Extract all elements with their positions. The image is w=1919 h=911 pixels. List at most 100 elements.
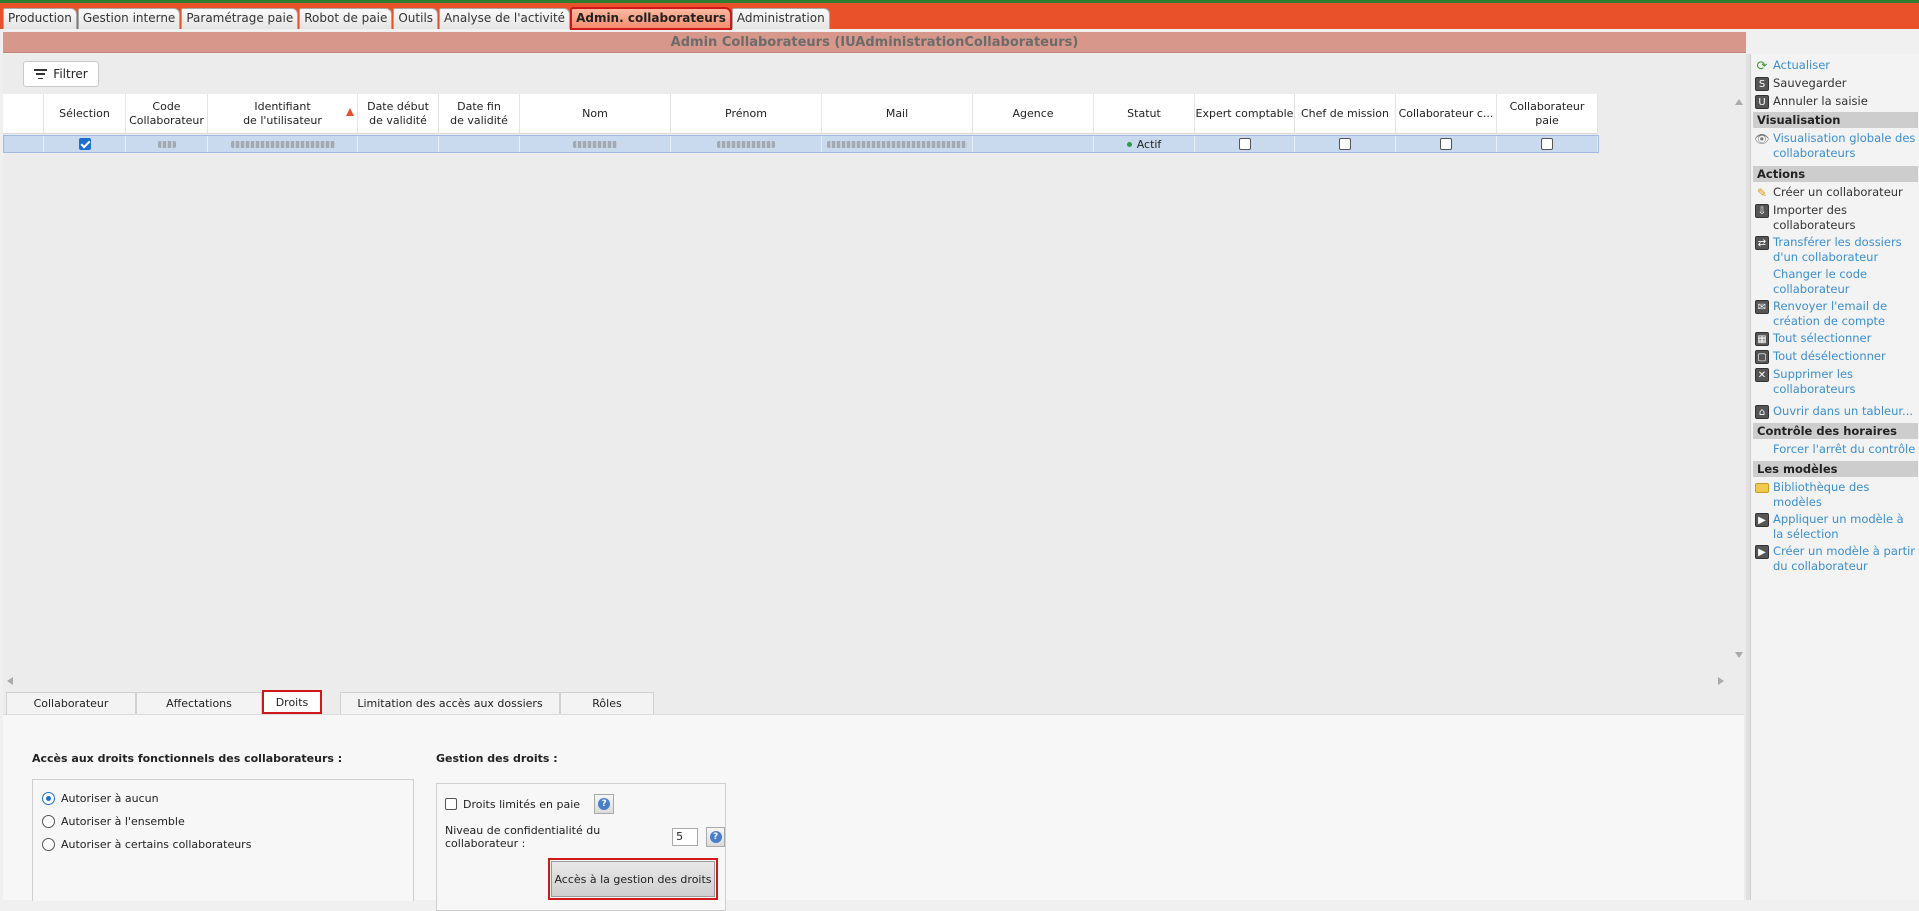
- help-button[interactable]: ?: [706, 827, 725, 847]
- col-header-nom[interactable]: Nom: [520, 94, 671, 134]
- expert-comptable-checkbox[interactable]: [1238, 138, 1251, 150]
- tout-selectionner-action[interactable]: ▦ Tout sélectionner: [1755, 331, 1917, 346]
- status-badge: Actif: [1136, 137, 1162, 151]
- tab-roles[interactable]: Rôles: [560, 692, 654, 714]
- supprimer-collaborateurs-action[interactable]: ✕ Supprimer les collaborateurs: [1755, 367, 1917, 397]
- radio-button[interactable]: [42, 792, 55, 805]
- col-header-agence[interactable]: Agence: [973, 94, 1094, 134]
- collaborateur-paie-checkbox[interactable]: [1541, 138, 1553, 150]
- visualisation-heading: Visualisation: [1753, 112, 1918, 128]
- row-date-debut-cell: [358, 136, 439, 152]
- redacted-text: [717, 140, 775, 148]
- import-icon: ⇩: [1755, 204, 1769, 218]
- collaborators-grid: Sélection Code Collaborateur Identifiant…: [3, 94, 1734, 669]
- scroll-left-icon[interactable]: [7, 677, 13, 685]
- ouvrir-tableur-action[interactable]: ⌂ Ouvrir dans un tableur...: [1755, 404, 1917, 419]
- col-header-collaborateur-paie[interactable]: Collaborateur paie: [1497, 94, 1598, 134]
- col-header-collaborateur-c[interactable]: Collaborateur c...: [1396, 94, 1497, 134]
- detail-tabs: Collaborateur Affectations Droits Limita…: [6, 690, 654, 714]
- droits-limites-checkbox[interactable]: [445, 798, 457, 810]
- filter-label: Filtrer: [53, 67, 88, 81]
- col-header-prenom[interactable]: Prénom: [671, 94, 822, 134]
- collaborateur-c-checkbox[interactable]: [1440, 138, 1452, 150]
- col-header-identifiant[interactable]: Identifiant de l'utilisateur: [208, 94, 358, 134]
- vertical-scrollbar[interactable]: [1732, 94, 1746, 669]
- blank-icon: [1755, 443, 1769, 457]
- row-mail-cell: [822, 136, 973, 152]
- scroll-up-icon[interactable]: [1735, 99, 1743, 105]
- horizontal-scrollbar[interactable]: [3, 674, 1734, 688]
- chef-de-mission-checkbox[interactable]: [1339, 138, 1351, 150]
- controle-horaires-heading: Contrôle des horaires: [1753, 423, 1918, 439]
- col-header-expert-comptable[interactable]: Expert comptable: [1195, 94, 1295, 134]
- renvoyer-email-action[interactable]: ✉ Renvoyer l'email de création de compte: [1755, 299, 1917, 329]
- tab-admin-collaborateurs[interactable]: Admin. collaborateurs: [570, 7, 732, 30]
- col-header-mail[interactable]: Mail: [822, 94, 973, 134]
- droits-limites-row: Droits limités en paie ?: [445, 794, 615, 814]
- tab-gestion-interne[interactable]: Gestion interne: [77, 8, 181, 29]
- sauvegarder-action[interactable]: S Sauvegarder: [1755, 76, 1917, 91]
- col-header-statut[interactable]: Statut: [1094, 94, 1195, 134]
- play-icon: ▶: [1755, 513, 1769, 527]
- status-active-dot: [1126, 141, 1132, 147]
- row-selection-cell[interactable]: [44, 136, 126, 152]
- row-nom-cell: [520, 136, 671, 152]
- filter-button[interactable]: Filtrer: [23, 61, 99, 87]
- tab-administration[interactable]: Administration: [731, 8, 830, 29]
- row-expert-comptable-cell[interactable]: [1195, 136, 1295, 152]
- actualiser-action[interactable]: ⟳ Actualiser: [1755, 58, 1917, 74]
- importer-collaborateurs-action[interactable]: ⇩ Importer des collaborateurs: [1755, 203, 1917, 233]
- tab-parametrage-paie[interactable]: Paramétrage paie: [181, 8, 299, 29]
- appliquer-modele-action[interactable]: ▶ Appliquer un modèle à la sélection: [1755, 512, 1917, 542]
- row-chef-de-mission-cell[interactable]: [1295, 136, 1396, 152]
- creer-modele-action[interactable]: ▶ Créer un modèle à partir du collaborate…: [1755, 544, 1917, 574]
- col-header-indicator[interactable]: [3, 94, 44, 134]
- gestion-section-title: Gestion des droits :: [436, 752, 558, 765]
- refresh-icon: ⟳: [1756, 58, 1768, 74]
- help-button[interactable]: ?: [594, 794, 615, 814]
- row-collaborateur-c-cell[interactable]: [1396, 136, 1497, 152]
- tab-outils[interactable]: Outils: [393, 8, 439, 29]
- tab-collaborateur[interactable]: Collaborateur: [6, 692, 136, 714]
- creer-collaborateur-action[interactable]: ✎ Créer un collaborateur: [1755, 185, 1917, 200]
- tab-production[interactable]: Production: [3, 8, 77, 29]
- radio-button[interactable]: [42, 815, 55, 828]
- niveau-input[interactable]: 5: [672, 828, 699, 846]
- droits-limites-label: Droits limités en paie: [463, 797, 581, 811]
- table-row[interactable]: Actif: [3, 135, 1599, 153]
- tout-deselectionner-action[interactable]: ▢ Tout désélectionner: [1755, 349, 1917, 364]
- radio-autoriser-aucun[interactable]: Autoriser à aucun: [42, 792, 159, 805]
- tab-robot-de-paie[interactable]: Robot de paie: [299, 8, 393, 29]
- col-header-date-fin[interactable]: Date fin de validité: [439, 94, 520, 134]
- main-panel: Filtrer Sélection Code Collaborateur Ide…: [3, 54, 1746, 911]
- radio-autoriser-ensemble[interactable]: Autoriser à l'ensemble: [42, 815, 185, 828]
- tab-limitation-acces[interactable]: Limitation des accès aux dossiers: [340, 692, 560, 714]
- col-header-date-debut[interactable]: Date début de validité: [358, 94, 439, 134]
- scroll-right-icon[interactable]: [1718, 677, 1724, 685]
- tab-droits[interactable]: Droits: [262, 690, 322, 714]
- play-icon: ▶: [1755, 545, 1769, 559]
- forcer-arret-action[interactable]: Forcer l'arrêt du contrôle: [1755, 442, 1917, 457]
- row-collaborateur-paie-cell[interactable]: [1497, 136, 1598, 152]
- scroll-down-icon[interactable]: [1735, 652, 1743, 658]
- actions-heading: Actions: [1753, 166, 1918, 182]
- bibliotheque-modeles-action[interactable]: Bibliothèque des modèles: [1755, 480, 1917, 510]
- delete-icon: ✕: [1755, 368, 1769, 382]
- tab-affectations[interactable]: Affectations: [136, 692, 262, 714]
- tab-analyse-activite[interactable]: Analyse de l'activité: [439, 8, 571, 29]
- radio-autoriser-certains[interactable]: Autoriser à certains collaborateurs: [42, 838, 251, 851]
- changer-code-action[interactable]: Changer le code collaborateur: [1755, 267, 1917, 297]
- visualisation-globale-action[interactable]: 👁 Visualisation globale des collaborateur…: [1754, 131, 1917, 161]
- niveau-row: Niveau de confidentialité du collaborate…: [445, 824, 725, 850]
- col-header-code[interactable]: Code Collaborateur: [126, 94, 208, 134]
- transferer-dossiers-action[interactable]: ⇄ Transférer les dossiers d'un collaborat…: [1755, 235, 1917, 265]
- row-selection-checkbox[interactable]: [78, 138, 91, 150]
- access-radio-group: Autoriser à aucun Autoriser à l'ensemble…: [32, 779, 414, 901]
- access-gestion-droits-button[interactable]: Accès à la gestion des droits: [548, 858, 718, 900]
- col-header-selection[interactable]: Sélection: [44, 94, 126, 134]
- folder-icon: [1755, 483, 1769, 493]
- radio-button[interactable]: [42, 838, 55, 851]
- col-header-chef-de-mission[interactable]: Chef de mission: [1295, 94, 1396, 134]
- access-section-title: Accès aux droits fonctionnels des collab…: [32, 752, 343, 765]
- annuler-action[interactable]: U Annuler la saisie: [1755, 94, 1917, 109]
